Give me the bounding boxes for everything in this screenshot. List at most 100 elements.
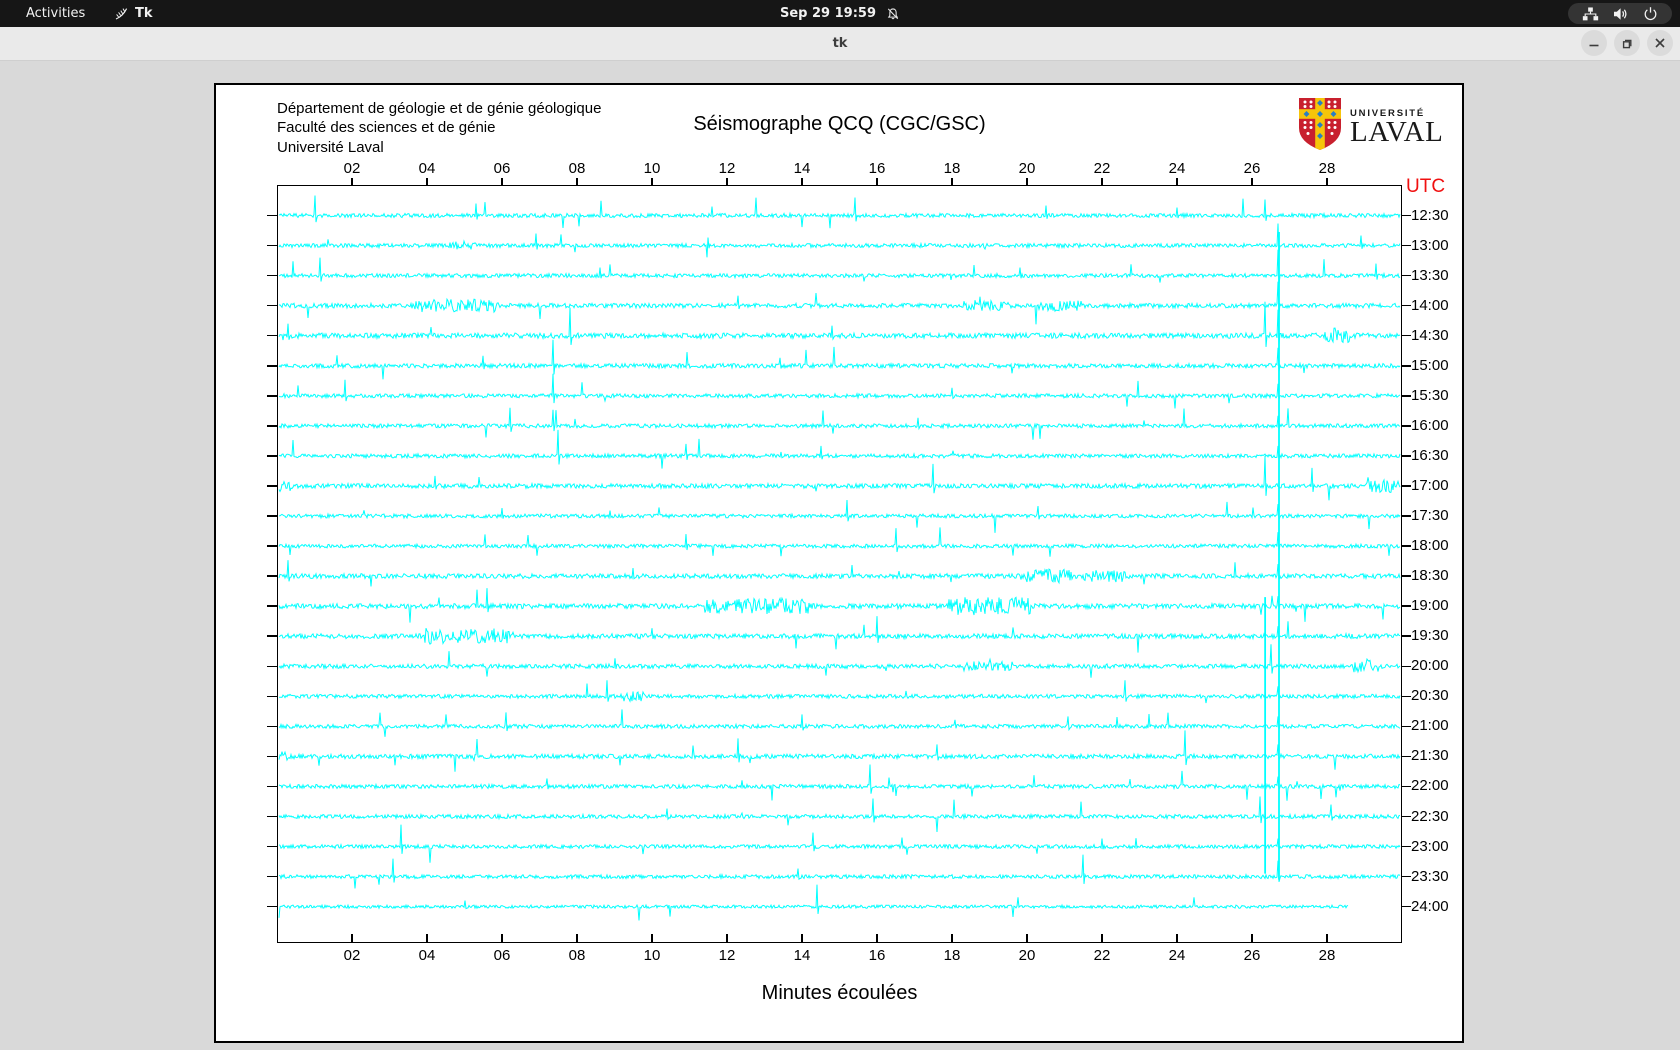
y-tick-left [267,305,277,307]
logo-laval-text: LAVAL [1350,119,1443,146]
y-tick-left [267,335,277,337]
y-tick-left [267,545,277,547]
trace-row-22:00 [279,765,1400,801]
trace-row-13:30 [279,250,1400,285]
x-tick-top [1326,178,1328,185]
y-tick-left [267,485,277,487]
x-tick-bottom [1101,934,1103,942]
x-tick-top [951,178,953,185]
x-tick-bottom [501,934,503,942]
x-tick-top [801,178,803,185]
x-tick-label-top: 26 [1232,160,1272,177]
x-tick-top [726,178,728,185]
x-tick-label-bottom: 10 [632,947,672,964]
x-tick-bottom [1176,934,1178,942]
x-tick-label-top: 06 [482,160,522,177]
y-tick-right [1402,605,1411,607]
trace-row-23:30 [279,855,1400,889]
y-tick-right [1402,455,1411,457]
x-tick-top [1176,178,1178,185]
trace-row-19:30 [279,616,1400,652]
y-tick-left [267,666,277,668]
utc-time-label: 22:00 [1411,778,1449,794]
system-status-area[interactable] [1568,3,1672,24]
utc-time-label: 18:00 [1411,538,1449,554]
app-menu-tk[interactable]: Tk [108,0,159,27]
utc-time-label: 15:00 [1411,358,1449,374]
gnome-top-bar: Activities Tk Sep 29 19:59 [0,0,1680,27]
y-tick-right [1402,545,1411,547]
wired-network-icon [1582,7,1599,21]
x-tick-label-top: 02 [332,160,372,177]
y-tick-right [1402,365,1411,367]
x-tick-label-bottom: 12 [707,947,747,964]
y-tick-left [267,605,277,607]
trace-row-15:00 [279,340,1400,380]
y-tick-right [1402,756,1411,758]
y-tick-right [1402,215,1411,217]
header-line-3: Université Laval [277,138,601,157]
y-tick-left [267,395,277,397]
y-tick-left [267,906,277,908]
y-tick-right [1402,696,1411,698]
y-tick-right [1402,305,1411,307]
utc-time-label: 22:30 [1411,809,1449,825]
x-tick-label-bottom: 06 [482,947,522,964]
trace-row-16:00 [279,408,1400,440]
minimize-button[interactable] [1581,30,1607,56]
clock-label: Sep 29 19:59 [780,6,876,21]
tk-feather-icon [114,6,129,21]
x-tick-label-bottom: 14 [782,947,822,964]
activities-button[interactable]: Activities [14,0,97,27]
x-tick-top [501,178,503,185]
maximize-restore-button[interactable] [1614,30,1640,56]
trace-row-18:30 [279,560,1400,586]
trace-row-14:00 [279,282,1400,325]
trace-row-20:30 [279,680,1400,703]
y-tick-right [1402,575,1411,577]
app-menu-label: Tk [135,6,153,21]
x-tick-label-top: 28 [1307,160,1347,177]
x-tick-label-bottom: 28 [1307,947,1347,964]
y-tick-left [267,275,277,277]
y-tick-left [267,425,277,427]
utc-time-label: 14:00 [1411,298,1449,314]
x-tick-top [651,178,653,185]
y-tick-right [1402,425,1411,427]
window-titlebar[interactable]: tk [0,27,1680,61]
utc-time-label: 23:30 [1411,869,1449,885]
trace-row-17:00 [279,456,1400,500]
utc-time-label: 16:00 [1411,418,1449,434]
trace-row-21:00 [279,709,1400,736]
x-tick-bottom [651,934,653,942]
x-tick-bottom [951,934,953,942]
y-tick-right [1402,726,1411,728]
utc-time-label: 15:30 [1411,388,1449,404]
trace-row-23:00 [279,825,1400,863]
trace-row-19:00 [279,588,1400,622]
y-tick-right [1402,245,1411,247]
y-tick-right [1402,816,1411,818]
utc-time-label: 19:00 [1411,598,1449,614]
utc-time-label: 20:30 [1411,688,1449,704]
utc-time-label: 24:00 [1411,899,1449,915]
utc-time-label: 16:30 [1411,448,1449,464]
y-tick-left [267,245,277,247]
x-tick-label-bottom: 16 [857,947,897,964]
x-tick-label-bottom: 20 [1007,947,1047,964]
utc-time-label: 13:00 [1411,238,1449,254]
laval-shield-icon [1298,97,1342,156]
y-tick-right [1402,906,1411,908]
close-button[interactable] [1647,30,1673,56]
y-tick-left [267,575,277,577]
x-axis-title: Minutes écoulées [277,982,1402,1005]
universite-laval-logo: UNIVERSITÉ LAVAL [1298,97,1443,156]
trace-row-22:30 [279,797,1400,833]
x-tick-label-top: 20 [1007,160,1047,177]
clock-menu[interactable]: Sep 29 19:59 [780,0,900,27]
y-tick-right [1402,335,1411,337]
utc-time-label: 21:00 [1411,718,1449,734]
x-tick-bottom [426,934,428,942]
utc-time-label: 17:30 [1411,508,1449,524]
y-tick-right [1402,786,1411,788]
